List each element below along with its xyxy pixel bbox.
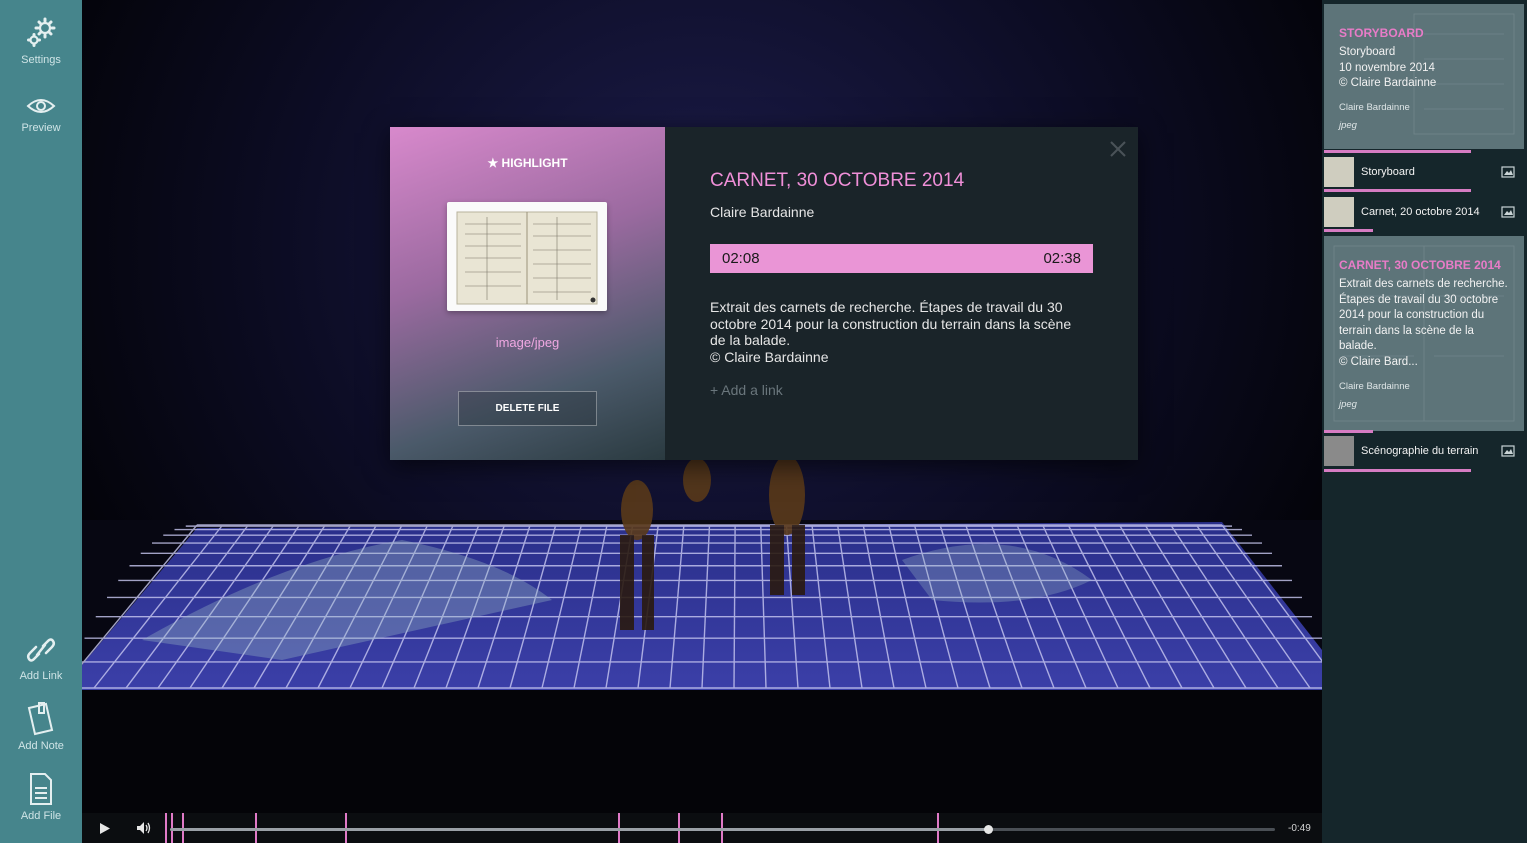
- modal-file-panel: ★ HIGHLIGHT image/jpeg DELETE FILE: [390, 127, 665, 460]
- duration-bar: [1324, 189, 1471, 192]
- player-controls: -0:49: [82, 813, 1322, 843]
- image-icon: [1501, 445, 1515, 457]
- preview-button[interactable]: Preview: [0, 94, 82, 134]
- start-time[interactable]: 02:08: [722, 250, 760, 267]
- time-range-bar[interactable]: 02:08 02:38: [710, 244, 1093, 273]
- modal-description[interactable]: Extrait des carnets de recherche. Étapes…: [710, 299, 1090, 365]
- list-item-label: Storyboard: [1361, 166, 1415, 178]
- eye-icon: [26, 99, 56, 113]
- list-item-thumbnail: [1324, 436, 1354, 466]
- add-link-button[interactable]: Add Link: [0, 634, 82, 682]
- add-link-action[interactable]: + Add a link: [710, 382, 783, 398]
- play-icon[interactable]: [99, 822, 111, 835]
- list-item-label: Scénographie du terrain: [1361, 445, 1479, 457]
- sidebar: Settings Preview Add Link Add Note Add F…: [0, 0, 82, 843]
- add-file-button[interactable]: Add File: [0, 772, 82, 822]
- list-item-storyboard[interactable]: Storyboard: [1324, 155, 1524, 191]
- highlight-toggle[interactable]: ★ HIGHLIGHT: [390, 156, 665, 170]
- image-icon: [1501, 206, 1515, 218]
- timeline-marker[interactable]: [165, 813, 167, 843]
- time-remaining: -0:49: [1288, 823, 1311, 834]
- note-icon: [27, 702, 54, 736]
- carnet-30-card[interactable]: CARNET, 30 OCTOBRE 2014 Extrait des carn…: [1324, 236, 1524, 431]
- add-note-button[interactable]: Add Note: [0, 702, 82, 752]
- card-text: Storyboard 10 novembre 2014 © Claire Bar…: [1339, 46, 1437, 89]
- duration-bar: [1324, 229, 1373, 232]
- modal-author: Claire Bardainne: [710, 204, 815, 220]
- duration-bar: [1324, 150, 1471, 153]
- file-icon: [30, 773, 52, 805]
- file-detail-modal: ★ HIGHLIGHT image/jpeg DELETE FILE CARNE…: [390, 127, 1138, 460]
- delete-file-button[interactable]: DELETE FILE: [458, 391, 597, 426]
- preview-label: Preview: [21, 122, 61, 134]
- card-title: STORYBOARD: [1339, 26, 1424, 40]
- end-time[interactable]: 02:38: [1043, 250, 1081, 267]
- seek-bar-progress: [170, 828, 988, 831]
- settings-button[interactable]: Settings: [0, 16, 82, 66]
- volume-icon[interactable]: [136, 821, 152, 835]
- file-mime-type: image/jpeg: [495, 335, 560, 350]
- gear-icon: [27, 17, 56, 47]
- modal-title: CARNET, 30 OCTOBRE 2014: [710, 170, 965, 191]
- add-file-label: Add File: [20, 810, 62, 822]
- add-link-label: Add Link: [19, 670, 63, 682]
- close-icon[interactable]: [1108, 139, 1128, 159]
- annotations-panel: STORYBOARD Storyboard 10 novembre 2014 ©…: [1322, 0, 1527, 843]
- card-title: CARNET, 30 OCTOBRE 2014: [1339, 258, 1501, 272]
- card-type: jpeg: [1339, 120, 1357, 131]
- notebook-image: [456, 211, 598, 305]
- card-author: Claire Bardainne: [1339, 102, 1410, 113]
- list-item-scenographie[interactable]: Scénographie du terrain: [1324, 434, 1524, 470]
- card-text: Extrait des carnets de recherche. Étapes…: [1339, 278, 1508, 368]
- list-item-thumbnail: [1324, 197, 1354, 227]
- duration-bar: [1324, 469, 1471, 472]
- seek-bar-handle[interactable]: [983, 825, 993, 834]
- seek-bar[interactable]: [170, 825, 1275, 834]
- card-author: Claire Bardainne: [1339, 381, 1410, 392]
- list-item-carnet-20[interactable]: Carnet, 20 octobre 2014: [1324, 195, 1524, 231]
- settings-label: Settings: [21, 54, 61, 66]
- file-thumbnail[interactable]: [447, 202, 607, 311]
- link-icon: [26, 638, 56, 662]
- list-item-label: Carnet, 20 octobre 2014: [1361, 206, 1480, 218]
- list-item-thumbnail: [1324, 157, 1354, 187]
- add-note-label: Add Note: [18, 740, 64, 752]
- card-type: jpeg: [1339, 399, 1357, 410]
- image-icon: [1501, 166, 1515, 178]
- storyboard-card[interactable]: STORYBOARD Storyboard 10 novembre 2014 ©…: [1324, 4, 1524, 149]
- duration-bar: [1324, 430, 1373, 433]
